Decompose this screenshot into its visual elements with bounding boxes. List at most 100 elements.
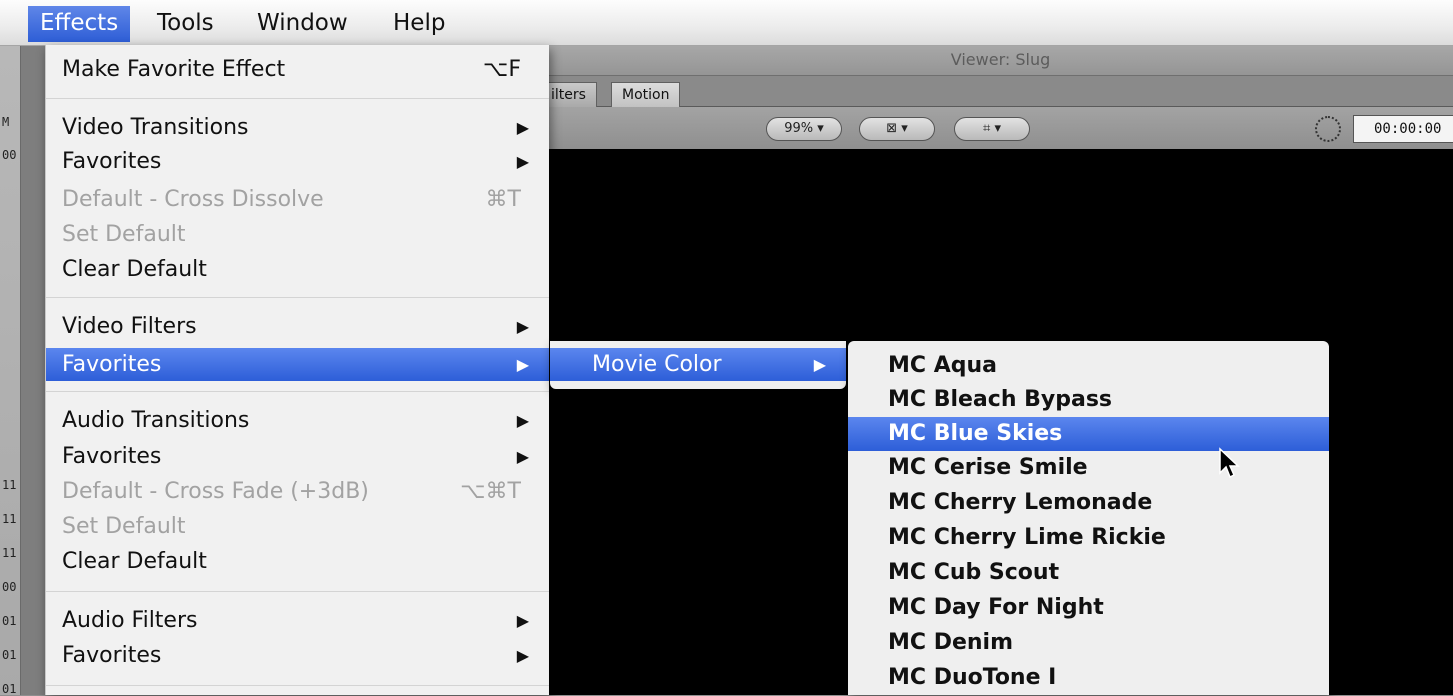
menu-effects[interactable]: Effects bbox=[28, 6, 131, 42]
effects-menu: Make Favorite Effect ⌥F Video Transition… bbox=[45, 45, 549, 695]
menu-item-mc-cerise-smile[interactable]: MC Cerise Smile bbox=[848, 451, 1329, 485]
browser-row-value: 11 bbox=[2, 546, 17, 560]
menu-item-audio-transitions-favorites[interactable]: Favorites ▶ bbox=[46, 440, 549, 473]
menu-item-mc-day-for-night[interactable]: MC Day For Night bbox=[848, 591, 1329, 625]
movie-color-submenu: MC Aqua MC Bleach Bypass MC Blue Skies M… bbox=[848, 341, 1329, 695]
menu-item-shortcut: ⌥⌘T bbox=[460, 479, 521, 504]
menu-item-mc-cherry-lemonade[interactable]: MC Cherry Lemonade bbox=[848, 486, 1329, 520]
menu-item-shortcut: ⌘T bbox=[485, 187, 521, 212]
submenu-arrow-icon: ▶ bbox=[516, 317, 529, 336]
menu-item-video-filters[interactable]: Video Filters ▶ bbox=[46, 310, 549, 343]
favorites-submenu: Movie Color ▶ bbox=[550, 341, 846, 389]
menu-item-mc-cherry-lime-rickie[interactable]: MC Cherry Lime Rickie bbox=[848, 521, 1329, 555]
submenu-arrow-icon: ▶ bbox=[516, 355, 529, 374]
menu-item-video-set-default: Set Default bbox=[46, 218, 549, 251]
menu-item-label: Favorites bbox=[62, 444, 162, 469]
menu-item-audio-clear-default[interactable]: Clear Default bbox=[46, 545, 549, 578]
menu-item-label: Video Transitions bbox=[62, 115, 249, 140]
menu-item-mc-bleach-bypass[interactable]: MC Bleach Bypass bbox=[848, 383, 1329, 417]
menu-item-label: Clear Default bbox=[62, 549, 207, 574]
menu-item-make-favorite-effect[interactable]: Make Favorite Effect ⌥F bbox=[46, 53, 549, 86]
menu-item-label: Favorites bbox=[62, 352, 162, 377]
browser-row-value: 01 bbox=[2, 682, 17, 696]
submenu-arrow-icon: ▶ bbox=[516, 118, 529, 137]
browser-column-label: M bbox=[2, 115, 10, 129]
mouse-pointer-icon bbox=[1219, 447, 1240, 479]
viewer-tab-bar: ilters Motion bbox=[548, 76, 1453, 107]
browser-row-value: 00 bbox=[2, 148, 17, 162]
menu-item-label: Video Filters bbox=[62, 314, 197, 339]
submenu-arrow-icon: ▶ bbox=[516, 646, 529, 665]
view-mode-popup[interactable]: ⊠ ▾ bbox=[859, 117, 935, 141]
menu-item-label: MC Day For Night bbox=[888, 595, 1104, 620]
zoom-popup[interactable]: 99% ▾ bbox=[766, 117, 842, 141]
menu-item-video-transitions-favorites[interactable]: Favorites ▶ bbox=[46, 145, 549, 178]
browser-row-value: 11 bbox=[2, 512, 17, 526]
menu-item-label: MC Denim bbox=[888, 630, 1014, 655]
menu-item-label: Set Default bbox=[62, 222, 186, 247]
menu-item-video-transitions[interactable]: Video Transitions ▶ bbox=[46, 111, 549, 144]
menu-item-mc-denim[interactable]: MC Denim bbox=[848, 626, 1329, 660]
browser-row-value: 11 bbox=[2, 478, 17, 492]
menu-item-label: MC Cherry Lime Rickie bbox=[888, 525, 1166, 550]
menu-separator bbox=[46, 685, 549, 686]
menu-item-mc-aqua[interactable]: MC Aqua bbox=[848, 349, 1329, 383]
tab-filters[interactable]: ilters bbox=[548, 82, 597, 107]
menu-window[interactable]: Window bbox=[245, 6, 360, 42]
browser-row-value: 00 bbox=[2, 580, 17, 594]
menu-item-label: Audio Transitions bbox=[62, 408, 250, 433]
menu-item-label: Default - Cross Dissolve bbox=[62, 187, 324, 212]
menu-item-label: Clear Default bbox=[62, 257, 207, 282]
zoom-value: 99% bbox=[784, 121, 814, 136]
submenu-arrow-icon: ▶ bbox=[813, 355, 826, 374]
menu-item-label: MC Cub Scout bbox=[888, 560, 1060, 585]
menu-item-mc-duotone-i[interactable]: MC DuoTone I bbox=[848, 661, 1329, 695]
menu-item-label: Favorites bbox=[62, 643, 162, 668]
browser-row-value: 01 bbox=[2, 648, 17, 662]
menu-item-label: MC Aqua bbox=[888, 353, 997, 378]
menu-item-audio-filters-favorites[interactable]: Favorites ▶ bbox=[46, 639, 549, 672]
overlay-icon: ⌗ bbox=[983, 121, 991, 136]
menu-item-audio-transitions[interactable]: Audio Transitions ▶ bbox=[46, 404, 549, 437]
menu-item-label: MC Cherry Lemonade bbox=[888, 490, 1153, 515]
viewer-title: Viewer: Slug bbox=[548, 45, 1453, 76]
menu-help[interactable]: Help bbox=[381, 6, 457, 42]
menu-item-label: Make Favorite Effect bbox=[62, 57, 286, 82]
menu-separator bbox=[46, 591, 549, 592]
menu-bar: Effects Tools Window Help bbox=[0, 0, 1453, 46]
menu-separator bbox=[46, 391, 549, 392]
timecode-field[interactable]: 00:00:00 bbox=[1353, 115, 1453, 143]
menu-item-mc-cub-scout[interactable]: MC Cub Scout bbox=[848, 556, 1329, 590]
timecode-clock-icon bbox=[1315, 116, 1341, 142]
menu-item-default-cross-fade: Default - Cross Fade (+3dB) ⌥⌘T bbox=[46, 475, 549, 508]
menu-item-label: Set Default bbox=[62, 514, 186, 539]
view-mode-icon: ⊠ bbox=[886, 121, 898, 136]
menu-item-shortcut: ⌥F bbox=[482, 57, 521, 82]
submenu-arrow-icon: ▶ bbox=[516, 411, 529, 430]
menu-item-video-filters-favorites[interactable]: Favorites ▶ bbox=[46, 348, 549, 381]
menu-item-audio-filters[interactable]: Audio Filters ▶ bbox=[46, 604, 549, 637]
menu-item-label: MC Blue Skies bbox=[888, 421, 1063, 446]
menu-separator bbox=[46, 297, 549, 298]
viewer-toolbar: 99% ▾ ⊠ ▾ ⌗ ▾ 00:00:00 bbox=[548, 107, 1453, 149]
menu-item-label: MC Cerise Smile bbox=[888, 455, 1088, 480]
menu-separator bbox=[46, 98, 549, 99]
menu-item-audio-set-default: Set Default bbox=[46, 510, 549, 543]
tab-motion[interactable]: Motion bbox=[611, 82, 681, 107]
menu-item-label: Favorites bbox=[62, 149, 162, 174]
menu-item-movie-color[interactable]: Movie Color ▶ bbox=[550, 348, 846, 381]
submenu-arrow-icon: ▶ bbox=[516, 152, 529, 171]
overlay-popup[interactable]: ⌗ ▾ bbox=[954, 117, 1030, 141]
menu-item-mc-blue-skies[interactable]: MC Blue Skies bbox=[848, 417, 1329, 451]
menu-item-default-cross-dissolve: Default - Cross Dissolve ⌘T bbox=[46, 183, 549, 216]
menu-item-label: MC DuoTone I bbox=[888, 665, 1057, 690]
browser-window-edge: M 00 11 11 11 00 01 01 01 bbox=[0, 45, 21, 696]
browser-row-value: 01 bbox=[2, 614, 17, 628]
menu-item-video-clear-default[interactable]: Clear Default bbox=[46, 253, 549, 286]
menu-item-label: MC Bleach Bypass bbox=[888, 387, 1113, 412]
submenu-arrow-icon: ▶ bbox=[516, 611, 529, 630]
menu-item-label: Default - Cross Fade (+3dB) bbox=[62, 479, 369, 504]
submenu-arrow-icon: ▶ bbox=[516, 447, 529, 466]
menu-item-label: Movie Color bbox=[592, 352, 722, 377]
menu-tools[interactable]: Tools bbox=[145, 6, 226, 42]
